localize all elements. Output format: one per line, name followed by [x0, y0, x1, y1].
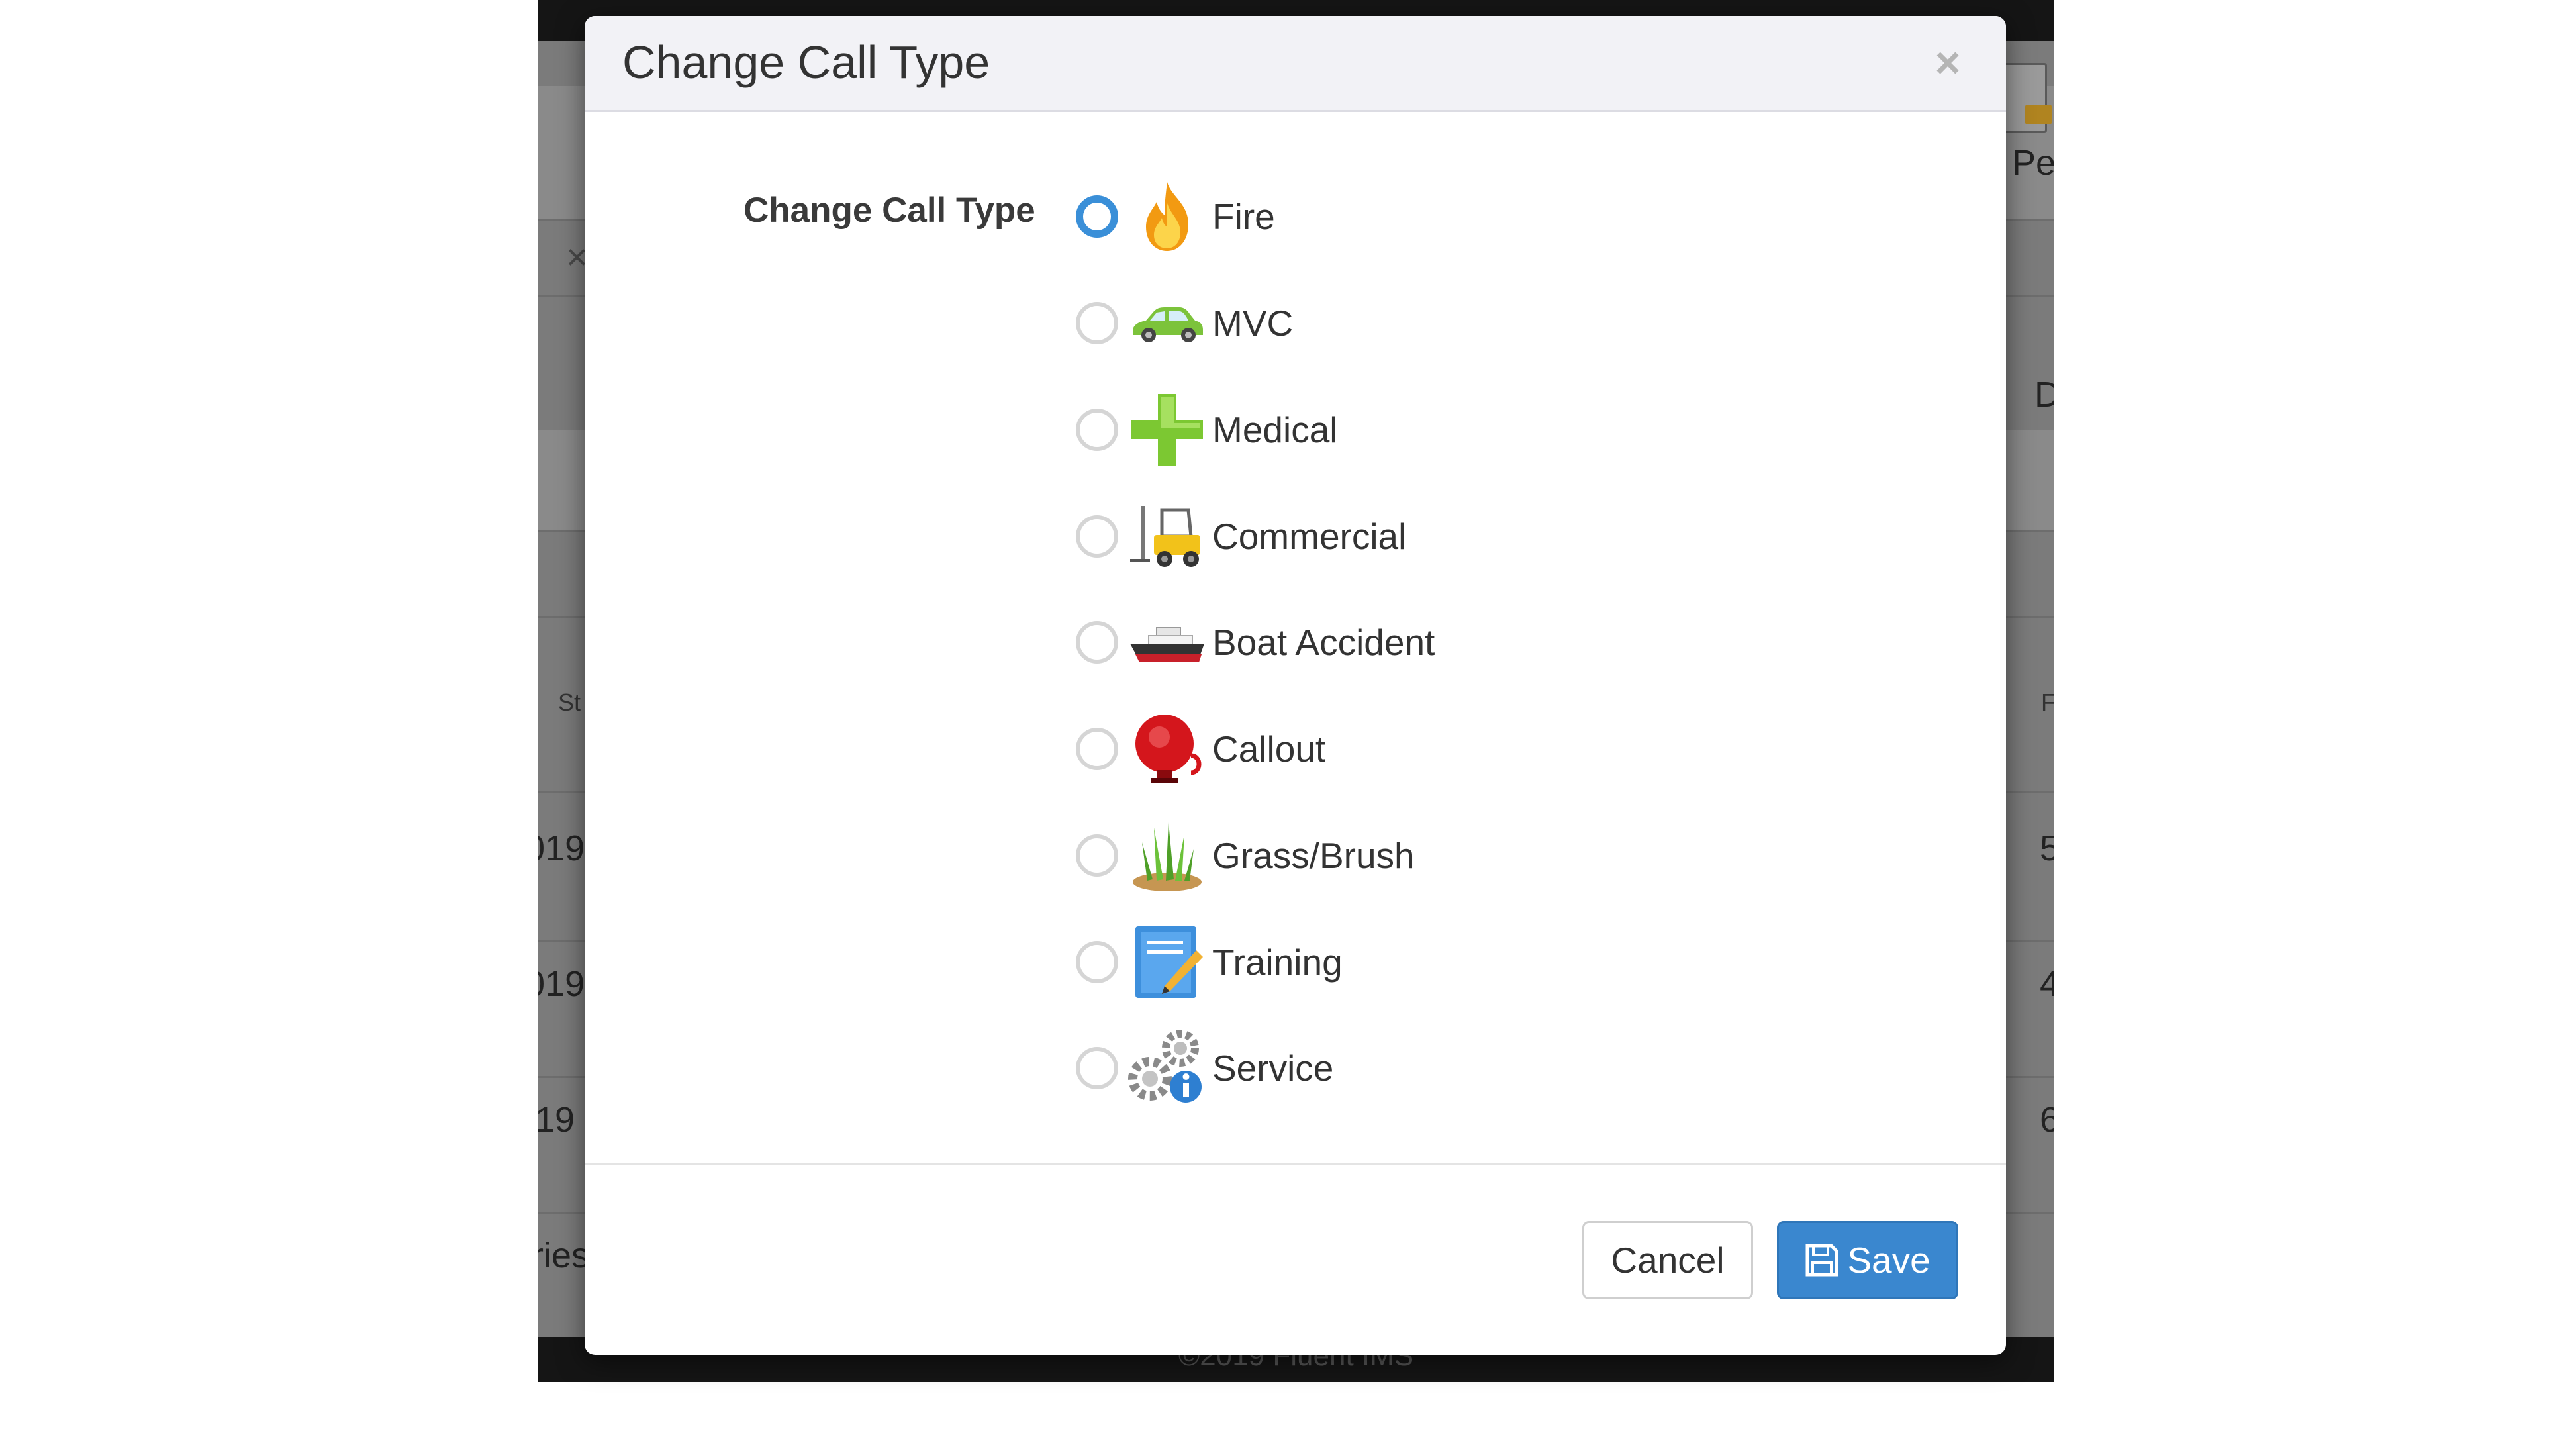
option-label-commercial: Commercial [1212, 516, 1407, 557]
change-call-type-modal: Change Call Type × Change Call Type Fire [585, 16, 2006, 1355]
option-label-callout: Callout [1212, 728, 1326, 769]
call-type-label: Change Call Type [743, 191, 1035, 230]
bg-column-header: St [558, 689, 581, 716]
radio-fire[interactable] [1076, 195, 1118, 238]
fire-icon [1127, 177, 1207, 256]
floppy-disk-icon [1805, 1243, 1839, 1277]
close-button[interactable]: × [1928, 38, 1968, 87]
boat-icon [1127, 603, 1207, 682]
notebook-pencil-icon [1127, 922, 1207, 1002]
close-icon: × [1934, 38, 1961, 87]
bg-cell: 5 [2040, 828, 2054, 868]
bg-cell: 19 [538, 1100, 575, 1140]
bg-cell: 019 [538, 828, 585, 868]
bg-cell: 4 [2040, 964, 2054, 1004]
bg-column-header: F [2041, 689, 2054, 716]
option-fire[interactable]: Fire [1076, 177, 1539, 256]
option-service[interactable]: Service [1076, 1028, 1539, 1108]
option-training[interactable]: Training [1076, 922, 1539, 1002]
bg-entries-text: ries [538, 1236, 590, 1275]
radio-callout[interactable] [1076, 728, 1118, 770]
bg-cell: 019 [538, 964, 585, 1004]
modal-footer-divider [585, 1163, 2006, 1165]
radio-medical[interactable] [1076, 409, 1118, 451]
bg-text-fragment: Pe [2012, 143, 2054, 183]
radio-boat-accident[interactable] [1076, 621, 1118, 664]
option-commercial[interactable]: Commercial [1076, 497, 1539, 576]
modal-title: Change Call Type [622, 36, 990, 88]
gears-info-icon [1127, 1028, 1207, 1108]
medical-cross-icon [1127, 390, 1207, 469]
option-boat-accident[interactable]: Boat Accident [1076, 603, 1539, 682]
save-button[interactable]: Save [1777, 1221, 1958, 1299]
cancel-button-label: Cancel [1611, 1240, 1725, 1281]
bg-cell: 6 [2040, 1100, 2054, 1140]
option-label-mvc: MVC [1212, 303, 1294, 344]
option-label-grass-brush: Grass/Brush [1212, 835, 1415, 876]
save-button-label: Save [1847, 1240, 1931, 1281]
car-icon [1127, 283, 1207, 363]
option-callout[interactable]: Callout [1076, 709, 1539, 789]
grass-icon [1127, 816, 1207, 895]
option-grass-brush[interactable]: Grass/Brush [1076, 816, 1539, 895]
radio-mvc[interactable] [1076, 302, 1118, 344]
bg-text-fragment: D [2034, 375, 2054, 415]
radio-training[interactable] [1076, 941, 1118, 983]
option-label-training: Training [1212, 942, 1343, 983]
option-label-service: Service [1212, 1048, 1334, 1089]
radio-commercial[interactable] [1076, 515, 1118, 558]
option-label-boat-accident: Boat Accident [1212, 622, 1435, 663]
option-medical[interactable]: Medical [1076, 390, 1539, 469]
forklift-icon [1127, 497, 1207, 576]
option-mvc[interactable]: MVC [1076, 283, 1539, 363]
alarm-bell-icon [1127, 709, 1207, 789]
modal-header: Change Call Type × [585, 16, 2006, 112]
radio-grass-brush[interactable] [1076, 834, 1118, 877]
radio-service[interactable] [1076, 1047, 1118, 1089]
option-label-medical: Medical [1212, 409, 1338, 450]
document-icon [2003, 63, 2052, 133]
option-label-fire: Fire [1212, 196, 1275, 237]
cancel-button[interactable]: Cancel [1582, 1221, 1753, 1299]
